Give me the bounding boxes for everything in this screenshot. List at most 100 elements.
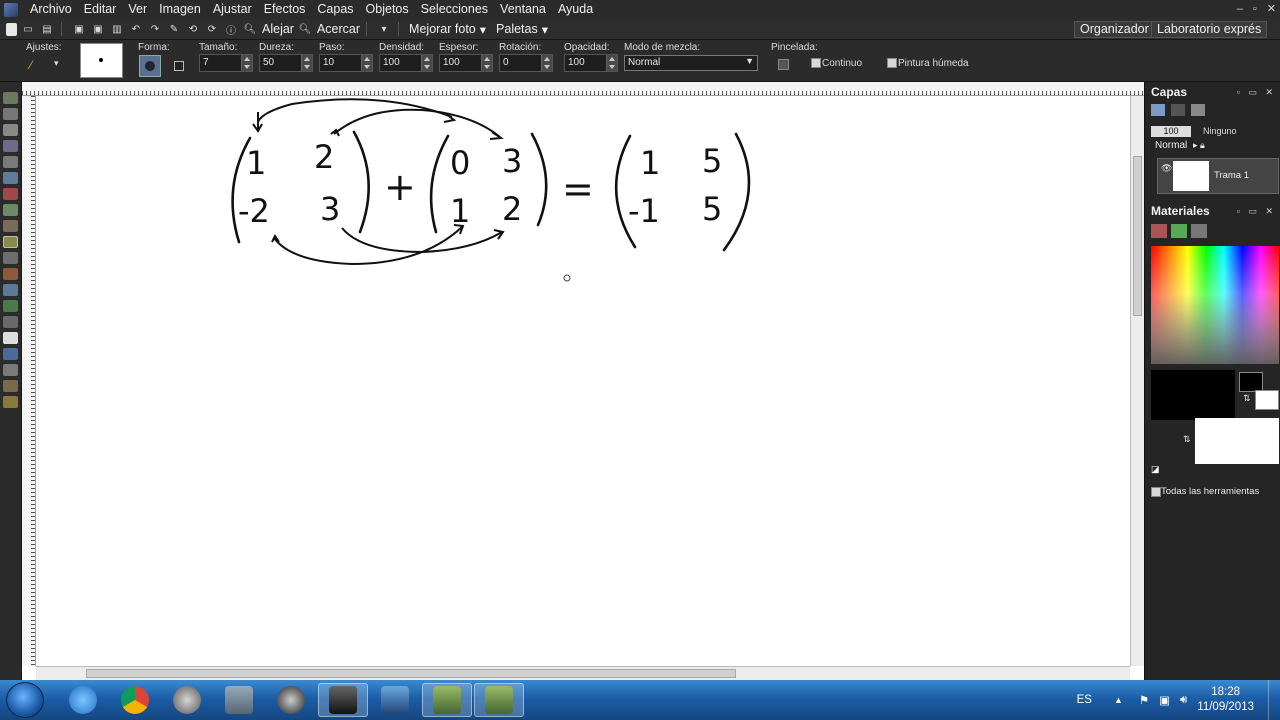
square-shape-button[interactable] (174, 61, 184, 71)
warp-tool-icon[interactable] (3, 380, 18, 392)
layer-blend-none[interactable]: Ninguno (1203, 126, 1237, 136)
layer-properties-icon[interactable] (1191, 104, 1205, 116)
start-button[interactable] (6, 682, 44, 718)
layer-row[interactable]: 👁︎ Trama 1 (1157, 158, 1279, 194)
taskbar-app-5[interactable] (266, 683, 316, 717)
eraser-tool-icon[interactable] (3, 284, 18, 296)
menu-archivo[interactable]: Archivo (24, 0, 78, 19)
frame-tab-icon[interactable] (1151, 224, 1167, 238)
swap-styles-icon[interactable]: ⇅ (1183, 434, 1191, 445)
restore-icon[interactable]: ▫ (1253, 0, 1257, 19)
undo-icon[interactable]: ↶ (128, 21, 144, 37)
vertical-scrollbar[interactable] (1130, 96, 1144, 666)
rotate-left-icon[interactable]: ⟲ (185, 21, 201, 37)
palettes-menu[interactable]: Paletas (496, 22, 538, 36)
open-folder-icon[interactable]: ▭ (20, 21, 36, 37)
preset-dropdown-icon[interactable]: ▾ (54, 58, 59, 69)
menu-ver[interactable]: Ver (122, 0, 153, 19)
continuous-checkbox[interactable] (811, 58, 821, 68)
print-icon[interactable]: ▥ (109, 21, 125, 37)
taskbar-app-3[interactable] (162, 683, 212, 717)
selection-tool-icon[interactable] (3, 124, 18, 136)
zoom-out-icon[interactable]: 🔍︎ (242, 21, 258, 37)
show-hidden-icons-icon[interactable]: ▲ (1114, 695, 1123, 705)
save-as-icon[interactable]: ▣ (90, 21, 106, 37)
action-center-flag-icon[interactable]: ⚑ (1139, 693, 1149, 707)
menu-efectos[interactable]: Efectos (258, 0, 312, 19)
layer-opacity-field[interactable]: 100 (1151, 126, 1191, 137)
pan-tool-icon[interactable] (3, 92, 18, 104)
menu-ayuda[interactable]: Ayuda (552, 0, 599, 19)
taskbar-app-4[interactable] (214, 683, 264, 717)
text-tool-icon[interactable] (3, 332, 18, 344)
reset-colors-icon[interactable]: ◪ (1151, 464, 1160, 475)
zoom-in-button[interactable]: Acercar (317, 22, 360, 36)
canvas-area[interactable]: 1 2 -2 3 + 0 3 1 2 = 1 5 -1 5 (22, 82, 1144, 680)
app-icon[interactable] (4, 2, 18, 17)
panel-controls-icon[interactable]: ▫ ▭ ✕ (1237, 87, 1276, 98)
fill-tool-icon[interactable] (3, 300, 18, 312)
taskbar-paintshop-record[interactable] (474, 683, 524, 717)
wet-paint-checkbox[interactable] (887, 58, 897, 68)
enhance-dropdown-icon[interactable]: ▾ (480, 22, 486, 37)
taskbar-chrome[interactable] (110, 683, 160, 717)
new-layer-icon[interactable] (1151, 104, 1165, 116)
background-color-swatch[interactable] (1255, 390, 1279, 410)
foreground-color-swatch[interactable] (1239, 372, 1263, 392)
eyedropper-tool-icon[interactable] (3, 140, 18, 152)
rotation-spinner[interactable]: 0 (499, 54, 553, 72)
picture-tube-tool-icon[interactable] (3, 316, 18, 328)
menu-ajustar[interactable]: Ajustar (207, 0, 258, 19)
foreground-style-swatch[interactable] (1151, 370, 1235, 420)
spinner-arrows-icon[interactable] (481, 55, 492, 71)
brush-preview[interactable] (80, 43, 123, 78)
language-indicator[interactable]: ES (1077, 694, 1092, 706)
spinner-arrows-icon[interactable] (301, 55, 312, 71)
close-icon[interactable]: ✕ (1267, 0, 1276, 19)
lock-icon[interactable]: ▸ 🔒︎ (1193, 140, 1205, 151)
horizontal-scrollbar[interactable] (36, 666, 1130, 680)
taskbar-internet-explorer[interactable] (58, 683, 108, 717)
info-icon[interactable]: ⓘ (223, 21, 239, 37)
taskbar-paintshop[interactable] (422, 683, 472, 717)
pen-tool-icon[interactable] (3, 364, 18, 376)
hardness-spinner[interactable]: 50 (259, 54, 313, 72)
layer-visibility-icon[interactable]: 👁︎ (1161, 163, 1172, 174)
menu-objetos[interactable]: Objetos (360, 0, 415, 19)
scroll-thumb[interactable] (86, 669, 736, 678)
brush-preset-icon[interactable]: ⁄ (30, 58, 32, 72)
background-style-swatch[interactable] (1195, 418, 1279, 464)
network-icon[interactable]: ▣ (1159, 693, 1170, 707)
taskbar-camera-app[interactable] (318, 683, 368, 717)
browse-icon[interactable]: ▤ (39, 21, 55, 37)
layer-blend-mode[interactable]: Normal (1155, 140, 1187, 151)
spinner-arrows-icon[interactable] (541, 55, 552, 71)
panel-controls-icon[interactable]: ▫ ▭ ✕ (1237, 206, 1276, 217)
menu-ventana[interactable]: Ventana (494, 0, 552, 19)
crop-tool-icon[interactable] (3, 156, 18, 168)
view-options-icon[interactable]: ▾ (376, 21, 392, 37)
step-spinner[interactable]: 10 (319, 54, 373, 72)
density-spinner[interactable]: 100 (379, 54, 433, 72)
spinner-arrows-icon[interactable] (241, 55, 252, 71)
clone-tool-icon[interactable] (3, 220, 18, 232)
color-spectrum[interactable] (1151, 246, 1279, 364)
system-clock[interactable]: 18:28 11/09/2013 (1197, 685, 1254, 715)
round-shape-button[interactable] (139, 55, 161, 77)
taskbar-media-player[interactable] (370, 683, 420, 717)
edit-icon[interactable]: ✎ (166, 21, 182, 37)
size-spinner[interactable]: 7 (199, 54, 253, 72)
paint-brush-tool-icon[interactable] (3, 236, 18, 248)
save-icon[interactable]: ▣ (71, 21, 87, 37)
shape-tool-icon[interactable] (3, 348, 18, 360)
spinner-arrows-icon[interactable] (361, 55, 372, 71)
volume-icon[interactable]: 🔊︎ (1180, 694, 1187, 707)
menu-selecciones[interactable]: Selecciones (415, 0, 494, 19)
pick-tool-icon[interactable] (3, 108, 18, 120)
menu-imagen[interactable]: Imagen (153, 0, 207, 19)
enhance-photo-menu[interactable]: Mejorar foto (409, 22, 476, 36)
opacity-spinner[interactable]: 100 (564, 54, 618, 72)
thickness-spinner[interactable]: 100 (439, 54, 493, 72)
express-lab-button[interactable]: Laboratorio exprés (1151, 21, 1268, 38)
drawing-canvas[interactable]: 1 2 -2 3 + 0 3 1 2 = 1 5 -1 5 (22, 82, 1144, 680)
